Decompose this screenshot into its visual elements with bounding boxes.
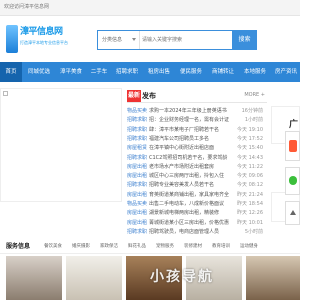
back-to-top-button[interactable] xyxy=(285,201,300,225)
wechat-icon xyxy=(289,176,297,185)
nav-item-1[interactable]: 同城优选 xyxy=(24,62,54,82)
nav-item-3[interactable]: 二手车 xyxy=(88,62,110,82)
search-category-select[interactable]: 分类信息 xyxy=(98,31,140,49)
nav-item-5[interactable]: 租房出售 xyxy=(144,62,174,82)
main-nav: 首页 同城优选 漳平美食 二手车 招聘求职 租房出售 便民服务 商铺转让 本地服… xyxy=(0,62,300,82)
search-bar: 分类信息 搜索 xyxy=(97,30,257,50)
service-link[interactable]: 装修建材 xyxy=(184,243,202,249)
site-logo[interactable]: 漳平信息网 打造漳平本地专业信息平台 xyxy=(6,22,68,56)
broken-image-icon xyxy=(3,91,8,96)
phone-button[interactable] xyxy=(285,131,300,161)
service-link[interactable]: 宠物服务 xyxy=(156,243,174,249)
wechat-button[interactable] xyxy=(285,167,300,195)
service-link[interactable]: 婚庆摄影 xyxy=(72,243,90,249)
nav-item-home[interactable]: 首页 xyxy=(0,62,22,82)
ad-text: 广 xyxy=(288,120,298,130)
info-row-title[interactable]: 招聘驾驶员，电商店面管理人员 xyxy=(149,227,233,237)
info-row-category[interactable]: 招聘求职 xyxy=(127,227,147,237)
chevron-down-icon xyxy=(132,38,136,41)
nav-item-6[interactable]: 便民服务 xyxy=(176,62,206,82)
service-link[interactable]: 教育培训 xyxy=(212,243,230,249)
top-bar: 欢迎访问漳平信息网 xyxy=(0,0,300,16)
arrow-up-icon xyxy=(290,210,296,215)
nav-item-9[interactable]: 房产资讯 xyxy=(272,62,300,82)
logo-subtitle: 打造漳平本地专业信息平台 xyxy=(20,40,68,45)
services-title: 服务信息 xyxy=(6,243,31,250)
info-header: 最新 发布 MORE + xyxy=(127,90,267,103)
floating-toolbar xyxy=(285,131,300,225)
welcome-text: 欢迎访问漳平信息网 xyxy=(4,4,50,10)
site-header: 漳平信息网 打造漳平本地专业信息平台 分类信息 搜索 xyxy=(0,16,300,62)
banner-image[interactable] xyxy=(0,88,122,202)
service-thumbnail[interactable] xyxy=(6,256,62,300)
search-button-label: 搜索 xyxy=(238,36,251,43)
watermark-text: 小孩导航 xyxy=(150,269,214,285)
services-header: 服务信息 餐饮美食 婚庆摄影 家政保洁 鲜花礼品 宠物服务 装修建材 教育培训 … xyxy=(0,238,300,254)
nav-item-7[interactable]: 商铺转让 xyxy=(208,62,238,82)
latest-tag: 最新 xyxy=(127,90,141,102)
nav-item-4[interactable]: 招聘求职 xyxy=(112,62,142,82)
publish-heading: 发布 xyxy=(142,92,156,100)
service-thumbnail[interactable] xyxy=(246,256,300,300)
phone-icon xyxy=(289,140,297,152)
service-link[interactable]: 运动健身 xyxy=(240,243,258,249)
info-row[interactable]: 招聘求职 招聘驾驶员，电商店面管理人员 5小时前 xyxy=(127,227,267,237)
service-link[interactable]: 鲜花礼品 xyxy=(128,243,146,249)
latest-info-panel: 最新 发布 MORE + 物品买卖 求购一本2024年三年级上册英语书 16分钟前招… xyxy=(127,88,267,236)
nav-item-2[interactable]: 漳平美食 xyxy=(56,62,86,82)
service-link[interactable]: 餐饮美食 xyxy=(44,243,62,249)
service-thumbnail[interactable] xyxy=(66,256,122,300)
more-link[interactable]: MORE + xyxy=(244,92,265,98)
logo-title: 漳平信息网 xyxy=(20,27,63,37)
info-row-time: 5小时前 xyxy=(244,228,263,235)
search-input[interactable] xyxy=(142,32,230,48)
search-category-label: 分类信息 xyxy=(102,37,123,43)
nav-item-8[interactable]: 本地服务 xyxy=(240,62,270,82)
logo-mark-icon xyxy=(6,25,18,53)
search-button[interactable]: 搜索 xyxy=(232,30,257,50)
service-link[interactable]: 家政保洁 xyxy=(100,243,118,249)
